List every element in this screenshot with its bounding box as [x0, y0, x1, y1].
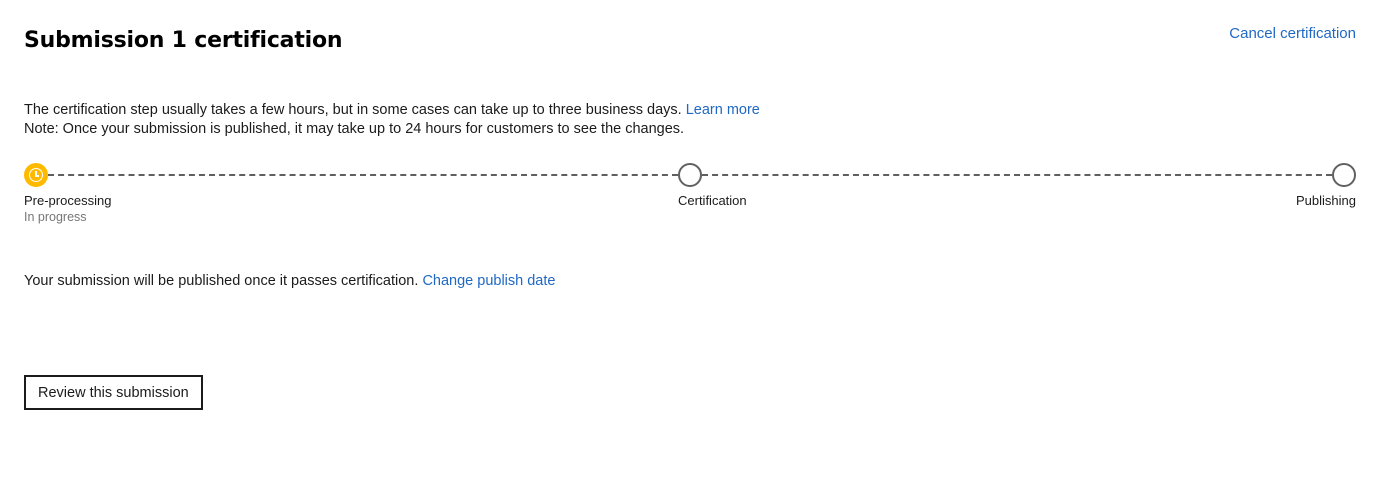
step-publishing-indicator — [1332, 163, 1356, 187]
clock-icon — [29, 168, 43, 182]
review-submission-button[interactable]: Review this submission — [24, 375, 203, 410]
step-preprocessing-status: In progress — [24, 210, 87, 224]
step-certification-indicator — [678, 163, 702, 187]
intro-line-2: Note: Once your submission is published,… — [24, 121, 685, 137]
step-certification-label: Certification — [678, 193, 747, 208]
step-preprocessing-label: Pre-processing — [24, 193, 112, 208]
publish-note-text: Your submission will be published once i… — [24, 273, 419, 289]
step-publishing-label: Publishing — [1296, 193, 1356, 208]
intro-line-1-text: The certification step usually takes a f… — [24, 102, 682, 118]
progress-connector-1 — [48, 174, 678, 176]
change-publish-date-link[interactable]: Change publish date — [422, 273, 555, 289]
intro-text: The certification step usually takes a f… — [24, 101, 760, 139]
progress-connector-2 — [702, 174, 1332, 176]
cancel-certification-link[interactable]: Cancel certification — [1229, 25, 1356, 42]
page-title: Submission 1 certification — [24, 28, 343, 53]
intro-line-1: The certification step usually takes a f… — [24, 101, 760, 120]
progress-tracker — [24, 163, 1356, 187]
step-preprocessing-indicator — [24, 163, 48, 187]
publish-note: Your submission will be published once i… — [24, 273, 555, 289]
learn-more-link[interactable]: Learn more — [686, 102, 760, 118]
